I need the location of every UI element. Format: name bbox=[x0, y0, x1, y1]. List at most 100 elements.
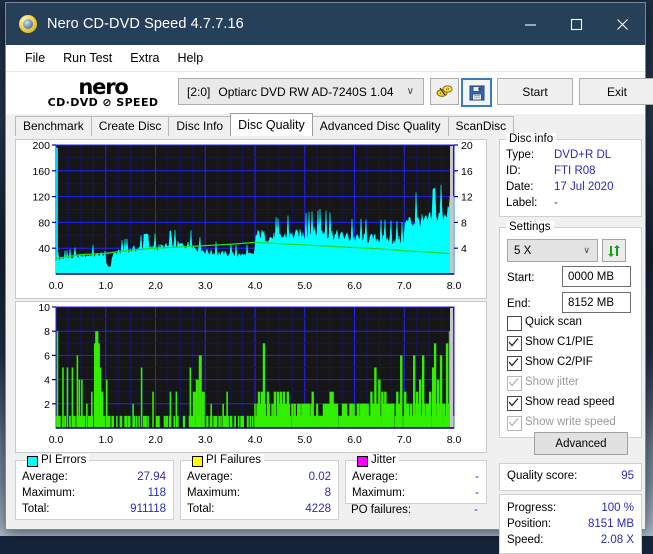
po-failures-value: - bbox=[474, 504, 478, 516]
svg-text:200: 200 bbox=[32, 140, 50, 152]
show-write-speed-checkbox bbox=[507, 416, 522, 431]
svg-text:120: 120 bbox=[32, 192, 50, 204]
refresh-speed-icon[interactable] bbox=[602, 239, 626, 262]
floppy-save-icon[interactable] bbox=[461, 78, 492, 107]
menu-item-run-test[interactable]: Run Test bbox=[54, 49, 121, 67]
svg-text:4: 4 bbox=[461, 243, 467, 255]
show-c2-pif-label: Show C2/PIF bbox=[525, 356, 593, 368]
show-jitter-checkbox bbox=[507, 376, 522, 391]
svg-text:5.0: 5.0 bbox=[297, 434, 312, 446]
pi-failures-color-swatch bbox=[192, 456, 203, 467]
position-value: 8151 MB bbox=[587, 518, 634, 530]
svg-text:8.0: 8.0 bbox=[447, 280, 462, 292]
advanced-button[interactable]: Advanced bbox=[534, 432, 628, 455]
svg-text:5.0: 5.0 bbox=[297, 280, 312, 292]
pi-errors-total-value: 911118 bbox=[130, 503, 166, 515]
tab-advanced-disc-quality[interactable]: Advanced Disc Quality bbox=[311, 116, 449, 136]
logo-line-2: CD·DVD ⊘ SPEED bbox=[47, 95, 159, 109]
svg-text:16: 16 bbox=[461, 166, 473, 178]
jitter-color-swatch bbox=[357, 456, 368, 467]
pi-failures-maximum-value: 8 bbox=[324, 487, 331, 499]
minimize-icon[interactable] bbox=[507, 3, 553, 45]
svg-text:2: 2 bbox=[44, 399, 50, 411]
toolbar: nero CD·DVD ⊘ SPEED [2:0] Optiarc DVD RW… bbox=[6, 72, 653, 114]
close-icon[interactable] bbox=[599, 3, 645, 45]
chevron-down-icon: ∨ bbox=[406, 86, 414, 97]
pi-failures-maximum-label: Maximum: bbox=[187, 487, 241, 499]
pi-errors-group: PI Errors Average: 27.94 Maximum: 118 To… bbox=[15, 454, 174, 520]
pi-errors-average-value: 27.94 bbox=[137, 471, 166, 483]
menu-item-extra[interactable]: Extra bbox=[121, 49, 168, 67]
tab-content-disc-quality: 200 160 120 80 40 20 16 12 8 4 0.0 1.0 2.0 3.0 4.0 5.0 6… bbox=[6, 133, 645, 554]
disc-id-label: ID: bbox=[506, 165, 521, 177]
end-mb-input[interactable]: 8152 MB bbox=[562, 292, 631, 313]
speed-value: 5 X bbox=[514, 244, 532, 257]
pif-chart: 10 8 6 4 2 0.0 1.0 2.0 3.0 4.0 5.0 6.0 7.0 8.0 bbox=[38, 302, 462, 446]
eject-disc-icon[interactable] bbox=[430, 78, 459, 105]
show-c1-pie-checkbox[interactable] bbox=[507, 336, 522, 351]
show-c2-pif-checkbox[interactable] bbox=[507, 356, 522, 371]
disc-date-label: Date: bbox=[506, 181, 534, 193]
disc-id-value: FTI R08 bbox=[554, 165, 596, 177]
jitter-maximum-label: Maximum: bbox=[352, 487, 406, 499]
logo-line-1: nero bbox=[78, 74, 128, 99]
quick-scan-checkbox[interactable] bbox=[507, 316, 522, 331]
svg-text:10: 10 bbox=[38, 302, 50, 314]
show-c1-pie-label: Show C1/PIE bbox=[525, 336, 594, 348]
disc-info-group: Disc info Type: DVD+R DL ID: FTI R08 Dat… bbox=[499, 133, 642, 217]
jitter-legend: Jitter bbox=[368, 454, 399, 466]
svg-text:6.0: 6.0 bbox=[347, 434, 362, 446]
jitter-group: Jitter Average: - Maximum: - bbox=[345, 454, 487, 504]
exit-button[interactable]: Exit bbox=[579, 78, 653, 105]
disc-label-label: Label: bbox=[506, 197, 538, 209]
nero-logo: nero CD·DVD ⊘ SPEED bbox=[28, 76, 178, 110]
menu-bar: File Run Test Extra Help bbox=[6, 45, 645, 72]
tab-disc-info[interactable]: Disc Info bbox=[168, 116, 232, 136]
app-window: Nero CD-DVD Speed 4.7.7.16 File Run Test… bbox=[5, 2, 653, 554]
pi-failures-legend: PI Failures bbox=[203, 454, 264, 466]
tab-benchmark[interactable]: Benchmark bbox=[15, 116, 92, 136]
nero-disc-icon bbox=[19, 15, 37, 33]
svg-text:40: 40 bbox=[38, 243, 50, 255]
svg-text:8.0: 8.0 bbox=[447, 434, 462, 446]
drive-select[interactable]: [2:0] Optiarc DVD RW AD-7240S 1.04 ∨ bbox=[178, 78, 424, 105]
window-title: Nero CD-DVD Speed 4.7.7.16 bbox=[47, 16, 244, 32]
end-mb-label: End: bbox=[507, 298, 531, 310]
menu-item-file[interactable]: File bbox=[16, 49, 54, 67]
title-bar: Nero CD-DVD Speed 4.7.7.16 bbox=[6, 3, 645, 45]
start-button[interactable]: Start bbox=[497, 78, 573, 105]
pi-failures-average-label: Average: bbox=[187, 471, 233, 483]
disc-type-value: DVD+R DL bbox=[554, 149, 612, 161]
svg-text:3.0: 3.0 bbox=[198, 280, 213, 292]
disc-date-value: 17 Jul 2020 bbox=[554, 181, 614, 193]
svg-text:1.0: 1.0 bbox=[98, 280, 113, 292]
tab-scandisc[interactable]: ScanDisc bbox=[447, 116, 515, 136]
start-mb-label: Start: bbox=[507, 272, 535, 284]
pi-failures-total-value: 4228 bbox=[305, 503, 331, 515]
disc-label-value: - bbox=[554, 197, 558, 209]
tab-create-disc[interactable]: Create Disc bbox=[90, 116, 170, 136]
svg-text:4: 4 bbox=[44, 375, 50, 387]
pi-errors-total-label: Total: bbox=[22, 503, 50, 515]
menu-item-help[interactable]: Help bbox=[168, 49, 212, 67]
start-mb-input[interactable]: 0000 MB bbox=[562, 266, 631, 287]
svg-text:0.0: 0.0 bbox=[49, 280, 64, 292]
show-read-speed-checkbox[interactable] bbox=[507, 396, 522, 411]
disc-info-legend: Disc info bbox=[506, 133, 557, 145]
jitter-maximum-value: - bbox=[475, 487, 479, 499]
window-controls bbox=[507, 3, 645, 45]
drive-name: Optiarc DVD RW AD-7240S 1.04 bbox=[218, 84, 394, 99]
svg-text:80: 80 bbox=[38, 217, 50, 229]
pie-chart: 200 160 120 80 40 20 16 12 8 4 0.0 1.0 2.0 3.0 4.0 5.0 6… bbox=[32, 140, 473, 292]
progress-group: Progress: 100 % Position: 8151 MB Speed:… bbox=[499, 494, 642, 554]
svg-text:8: 8 bbox=[461, 217, 467, 229]
pi-errors-maximum-label: Maximum: bbox=[22, 487, 76, 499]
tab-disc-quality[interactable]: Disc Quality bbox=[230, 113, 313, 136]
speed-select[interactable]: 5 X ∨ bbox=[507, 239, 598, 262]
quick-scan-label: Quick scan bbox=[525, 316, 582, 328]
svg-text:2.0: 2.0 bbox=[148, 434, 163, 446]
maximize-icon[interactable] bbox=[553, 3, 599, 45]
quality-score-value: 95 bbox=[621, 470, 634, 482]
po-failures-label: PO failures: bbox=[351, 504, 412, 516]
jitter-average-value: - bbox=[475, 471, 479, 483]
